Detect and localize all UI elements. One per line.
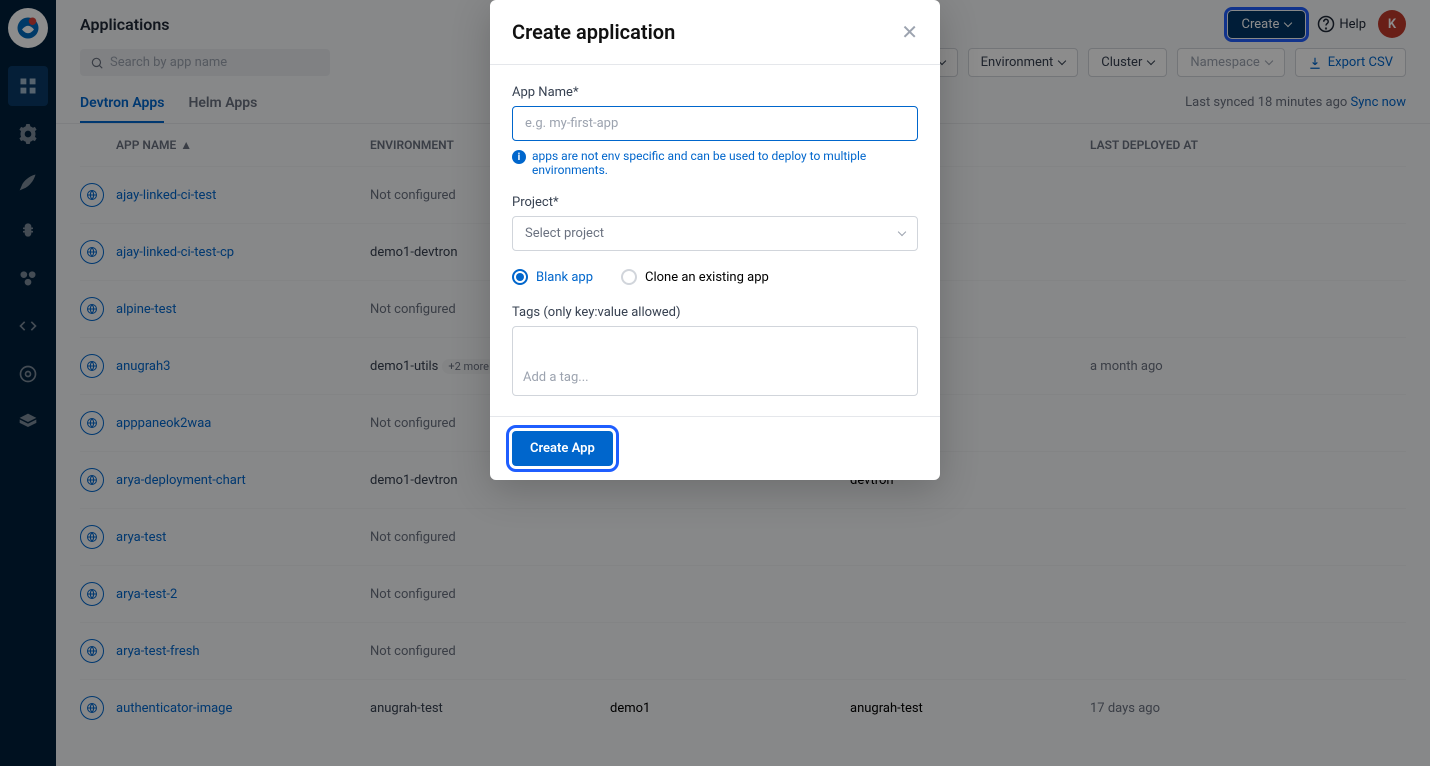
radio-clone-app[interactable]: Clone an existing app	[621, 269, 769, 285]
project-label: Project*	[512, 195, 918, 210]
tags-input-inner[interactable]	[523, 370, 907, 385]
radio-blank-app[interactable]: Blank app	[512, 269, 593, 285]
info-icon: i	[512, 150, 526, 164]
modal-overlay[interactable]: Create application ✕ App Name* i apps ar…	[0, 0, 1430, 766]
chevron-down-icon	[898, 228, 906, 236]
modal-title: Create application	[512, 20, 675, 44]
app-type-radio-group: Blank app Clone an existing app	[512, 269, 918, 285]
radio-icon	[621, 269, 637, 285]
close-icon[interactable]: ✕	[901, 20, 918, 44]
tags-input[interactable]	[512, 326, 918, 396]
tags-label: Tags (only key:value allowed)	[512, 305, 918, 320]
radio-icon	[512, 269, 528, 285]
app-name-input[interactable]	[512, 106, 918, 141]
app-name-hint: i apps are not env specific and can be u…	[512, 149, 918, 177]
project-select[interactable]: Select project	[512, 216, 918, 251]
app-name-label: App Name*	[512, 85, 918, 100]
create-app-modal: Create application ✕ App Name* i apps ar…	[490, 0, 940, 480]
create-app-submit-button[interactable]: Create App	[512, 431, 613, 466]
